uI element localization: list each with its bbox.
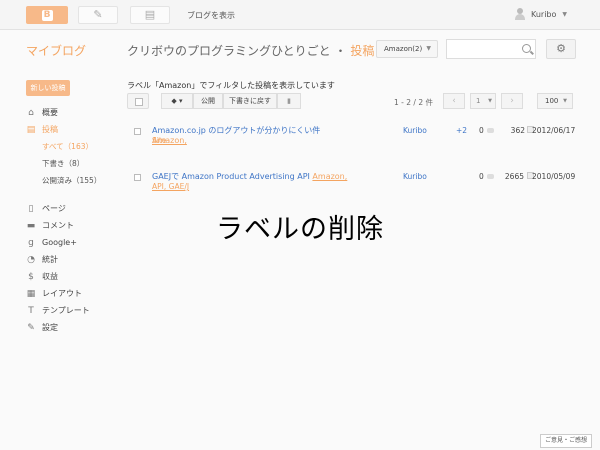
view-count: 362 xyxy=(510,126,525,135)
post-title-link[interactable]: GAEJで Amazon Product Advertising API xyxy=(152,172,310,181)
overlay-caption: ラベルの削除 xyxy=(216,214,384,245)
post-title-link[interactable]: Amazon.co.jp のログアウトが分かりにくい件 xyxy=(152,126,320,135)
my-blog-link[interactable]: マイブログ xyxy=(26,42,86,59)
posts-toolbar: ◆ ▾ 公開 下書きに戻す ▮ 1 - 2 / 2 件 ‹ 1 ▼ › 100 … xyxy=(127,93,587,109)
view-blog-link[interactable]: ブログを表示 xyxy=(187,10,235,21)
view-count: 2665 xyxy=(504,172,524,181)
post-label-link[interactable]: Site xyxy=(152,136,166,145)
pages-icon: ▤ xyxy=(144,8,156,21)
sidebar-sub-all[interactable]: すべて（163） xyxy=(26,138,121,155)
sidebar-item-template[interactable]: T テンプレート xyxy=(26,302,121,319)
chevron-down-icon: ▼ xyxy=(562,10,568,18)
sidebar-item-label: レイアウト xyxy=(42,289,82,298)
dollar-icon: $ xyxy=(28,271,34,282)
label-filter-value: Amazon(2) xyxy=(384,45,423,53)
label-button[interactable]: ◆ ▾ xyxy=(161,93,193,109)
sidebar-item-label: 概要 xyxy=(42,108,58,117)
page-size-select[interactable]: 100 ▼ xyxy=(537,93,573,109)
sidebar-item-label: 投稿 xyxy=(42,125,58,134)
prev-page-button[interactable]: ‹ xyxy=(443,93,465,109)
table-row: GAEJで Amazon Product Advertising API Ama… xyxy=(127,172,587,212)
next-page-button[interactable]: › xyxy=(501,93,523,109)
post-label-link[interactable]: API, GAE/J xyxy=(152,182,189,191)
revert-to-draft-button[interactable]: 下書きに戻す xyxy=(223,93,277,109)
plusone-count: +2 xyxy=(456,126,468,135)
sidebar-item-layout[interactable]: ▦ レイアウト xyxy=(26,285,121,302)
label-filter-dropdown[interactable]: Amazon(2) ▼ xyxy=(376,40,438,58)
sidebar-item-overview[interactable]: ⌂ 概要 xyxy=(26,104,121,121)
pager-range: 1 - 2 / 2 件 xyxy=(394,98,433,107)
posts-icon: ▤ xyxy=(26,124,36,135)
post-labels: API, GAE/J xyxy=(152,182,352,192)
breadcrumb: クリボウのプログラミングひとりごと ・ 投稿 › す xyxy=(127,42,399,59)
wrench-icon: ✎ xyxy=(27,322,35,333)
sidebar-item-label: 設定 xyxy=(42,323,58,332)
chevron-down-icon: ▼ xyxy=(563,98,567,104)
sidebar-sub-published[interactable]: 公開済み（155） xyxy=(26,172,121,189)
sidebar-item-earnings[interactable]: $ 収益 xyxy=(26,268,121,285)
comment-count[interactable]: 0 xyxy=(479,172,494,181)
pie-chart-icon: ◔ xyxy=(27,254,35,265)
post-labels: Site xyxy=(152,136,352,146)
sidebar-item-label: テンプレート xyxy=(42,306,90,315)
sidebar-item-label: 収益 xyxy=(42,272,58,281)
comment-count-value: 0 xyxy=(479,172,484,181)
trash-icon: ▮ xyxy=(287,97,291,105)
home-icon: ⌂ xyxy=(28,107,34,118)
filter-message: ラベル「Amazon」でフィルタした投稿を表示しています xyxy=(127,81,335,90)
post-title-line: GAEJで Amazon Product Advertising API Ama… xyxy=(152,172,352,182)
post-date: 2010/05/09 xyxy=(532,172,576,181)
feedback-button[interactable]: ご意見・ご感想 xyxy=(540,434,592,448)
pencil-icon: ✎ xyxy=(93,8,103,21)
new-post-pencil-button[interactable]: ✎ xyxy=(78,6,118,24)
table-row: Amazon.co.jp のログアウトが分かりにくい件 Amazon, Site… xyxy=(127,126,587,166)
pages-button[interactable]: ▤ xyxy=(130,6,170,24)
post-author[interactable]: Kuribo xyxy=(403,126,427,135)
comment-count-value: 0 xyxy=(479,126,484,135)
sidebar-item-posts[interactable]: ▤ 投稿 xyxy=(26,121,121,138)
page-select[interactable]: 1 ▼ xyxy=(470,93,496,109)
breadcrumb-separator: ・ xyxy=(334,44,347,58)
layout-icon: ▦ xyxy=(26,288,36,299)
chevron-down-icon: ▼ xyxy=(488,98,492,104)
label-icon: ◆ xyxy=(171,97,177,105)
blogger-icon: B xyxy=(41,9,53,21)
comment-count[interactable]: 0 xyxy=(479,126,494,135)
row-checkbox[interactable] xyxy=(134,174,141,181)
page-size-value: 100 xyxy=(545,97,559,105)
page-number: 1 xyxy=(476,97,481,105)
row-checkbox[interactable] xyxy=(134,128,141,135)
comment-bubble-icon xyxy=(486,128,494,133)
sidebar-item-settings[interactable]: ✎ 設定 xyxy=(26,319,121,336)
blog-header: マイブログ クリボウのプログラミングひとりごと ・ 投稿 › す Amazon(… xyxy=(0,30,600,70)
chevron-down-icon: ▼ xyxy=(426,45,431,52)
chevron-down-icon: ▾ xyxy=(179,97,183,105)
search-icon[interactable] xyxy=(522,44,531,53)
sidebar-item-label: 統計 xyxy=(42,255,58,264)
select-all-checkbox[interactable] xyxy=(127,93,149,109)
post-date: 2012/06/17 xyxy=(532,126,576,135)
publish-button[interactable]: 公開 xyxy=(193,93,223,109)
post-author[interactable]: Kuribo xyxy=(403,172,427,181)
settings-button[interactable]: ⚙ xyxy=(546,39,576,59)
user-avatar-icon xyxy=(515,8,525,20)
username: Kuribo xyxy=(531,9,557,19)
post-label-link[interactable]: Amazon, xyxy=(312,172,347,181)
sidebar-sub-drafts[interactable]: 下書き（8） xyxy=(26,155,121,172)
search-input[interactable] xyxy=(446,39,536,59)
blog-name[interactable]: クリボウのプログラミングひとりごと xyxy=(127,44,331,58)
blogger-logo-button[interactable]: B xyxy=(26,6,68,24)
user-menu[interactable]: Kuribo ▼ xyxy=(515,8,567,20)
comment-bubble-icon xyxy=(486,174,494,179)
gear-icon: ⚙ xyxy=(556,42,566,55)
top-bar: B ✎ ▤ ブログを表示 Kuribo ▼ xyxy=(0,0,600,30)
sidebar-item-stats[interactable]: ◔ 統計 xyxy=(26,251,121,268)
new-post-button[interactable]: 新しい投稿 xyxy=(26,80,70,96)
template-icon: T xyxy=(28,305,34,316)
breadcrumb-section: 投稿 xyxy=(350,44,375,58)
delete-button[interactable]: ▮ xyxy=(277,93,301,109)
